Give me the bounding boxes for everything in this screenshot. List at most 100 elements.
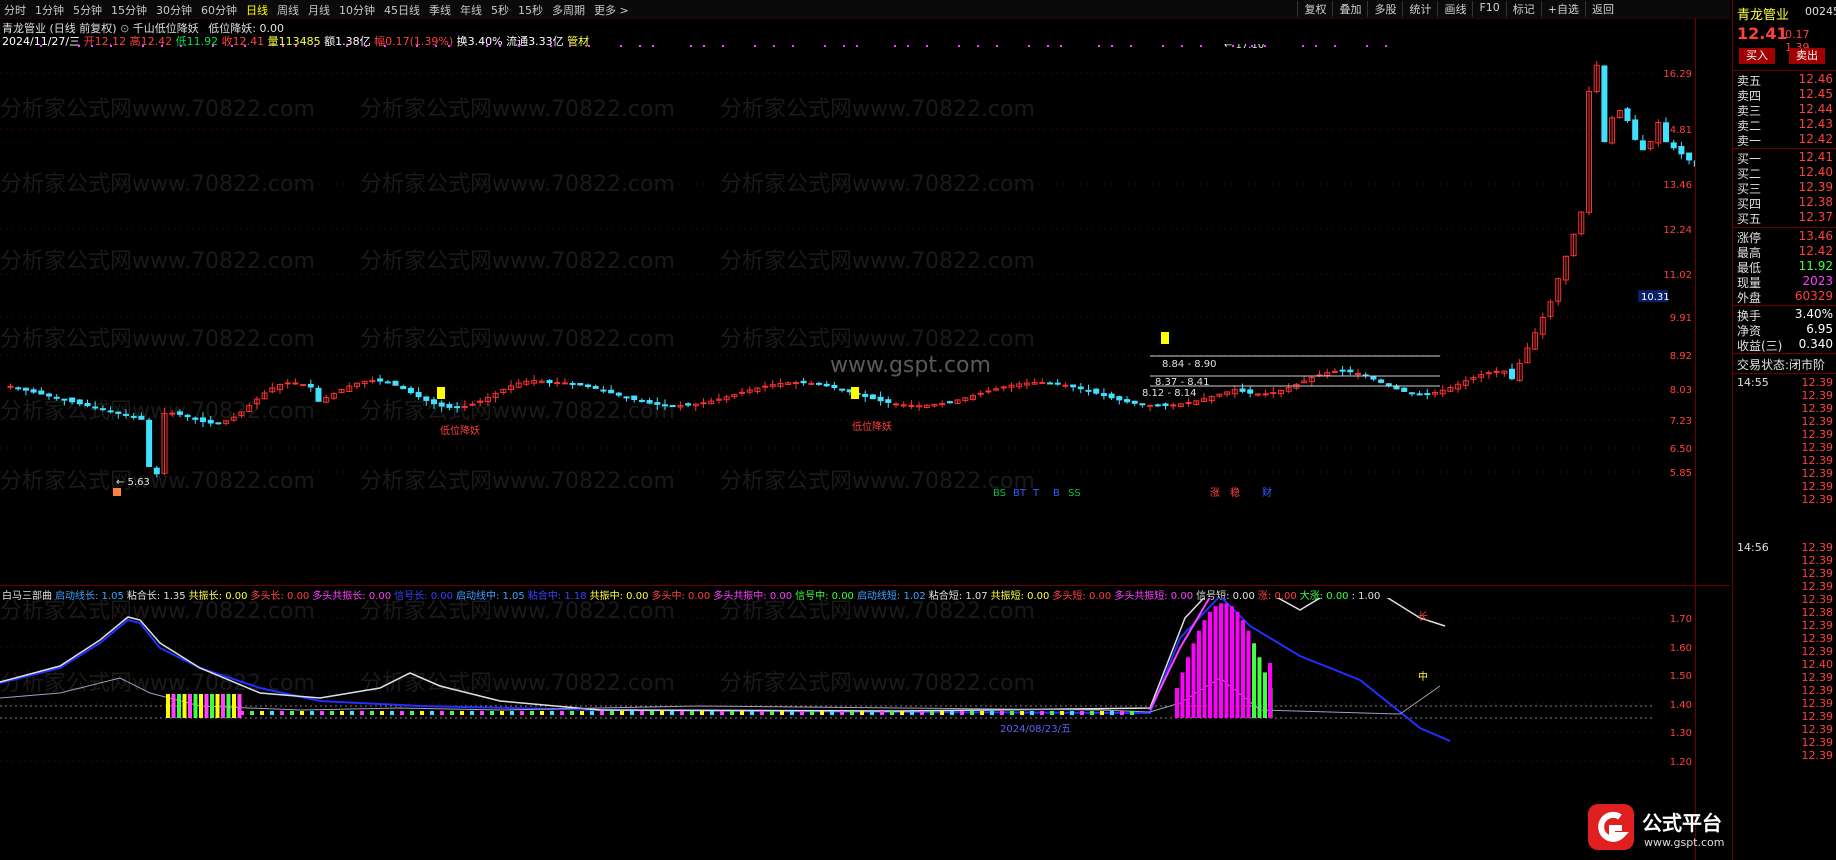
candle-body: [869, 394, 876, 400]
tick-row: 12.39: [1737, 723, 1835, 736]
quote-stat: 涨停 13.46: [1737, 229, 1835, 245]
tool-button-8[interactable]: 返回: [1585, 1, 1620, 17]
signal-dot: [244, 45, 246, 47]
period-tab-0[interactable]: 分时: [4, 2, 26, 18]
period-tab-1[interactable]: 1分钟: [35, 2, 64, 18]
period-toolbar: 分时 1分钟 5分钟 15分钟 30分钟 60分钟 日线 周线 月线 10分钟 45日线 季线 年线 5秒…: [0, 0, 1730, 19]
tick-row: 12.39: [1737, 671, 1835, 684]
tool-button-7[interactable]: +自选: [1540, 1, 1585, 17]
period-tab-4[interactable]: 30分钟: [156, 2, 192, 18]
period-tab-8[interactable]: 月线: [308, 2, 330, 18]
tick-row: 12.39: [1737, 389, 1835, 402]
signal-dot: [720, 711, 724, 715]
tick-price: 12.40: [1801, 658, 1834, 671]
signal-dot: [770, 711, 774, 715]
price-axis-label: 6.50: [1670, 444, 1692, 455]
quote-stat-value: 13.46: [1798, 229, 1833, 243]
indicator-chart[interactable]: 1.70 1.60 1.50 1.40 1.30 1.20 分析家公式网www.70822.…: [0, 598, 1695, 860]
candle-body: [176, 411, 183, 415]
period-tab-12[interactable]: 年线: [460, 2, 482, 18]
period-tab-2[interactable]: 5分钟: [73, 2, 102, 18]
signal-dot: [958, 45, 960, 47]
candle-body: [585, 384, 591, 388]
kline-chart[interactable]: 16.2914.8113.4612.2411.029.918.928.037.2…: [0, 44, 1695, 584]
gspt-logo: 公式平台 www.gspt.com: [1588, 804, 1724, 850]
signal-dot: [180, 45, 182, 47]
candle-body: [1100, 393, 1107, 396]
ask-level: 卖二 12.43: [1737, 117, 1835, 133]
tick-price: 12.39: [1801, 454, 1834, 467]
tick-price: 12.39: [1801, 376, 1834, 389]
signal-dot: [940, 711, 944, 715]
histogram-bar: [1230, 606, 1234, 718]
candle-body: [200, 417, 206, 423]
period-tab-5[interactable]: 60分钟: [201, 2, 237, 18]
candle-body: [369, 380, 376, 383]
bs-signal-label: BS: [993, 488, 1006, 499]
candle-body: [38, 390, 45, 395]
candle-body: [800, 380, 807, 384]
signal-square: [437, 387, 445, 399]
watermark-text: 分析家公式网www.70822.com: [720, 249, 1035, 274]
tick-row: 12.39: [1737, 493, 1835, 506]
order-book: 卖五 12.46 卖四 12.45 卖三 12.44 卖二 12.43 卖一 12.42 买一 12.…: [1733, 0, 1836, 860]
period-tab-13[interactable]: 5秒: [491, 2, 509, 18]
period-tab-7[interactable]: 周线: [277, 2, 299, 18]
panel-divider: [1733, 305, 1836, 306]
period-tab-9[interactable]: 10分钟: [339, 2, 375, 18]
signal-dot: [440, 711, 444, 715]
period-tab-6[interactable]: 日线: [246, 2, 268, 18]
bs-signal-label: T: [1032, 488, 1040, 499]
histogram-bar: [1252, 643, 1256, 718]
bs-signal-label: 财: [1262, 486, 1272, 499]
signal-dot: [569, 45, 571, 47]
signal-dot: [1010, 711, 1014, 715]
signal-dot: [430, 711, 434, 715]
signal-dot: [610, 711, 614, 715]
candle-body: [469, 403, 476, 406]
tool-button-3[interactable]: 统计: [1402, 1, 1437, 17]
histogram-bar: [1202, 620, 1207, 718]
tick-row: 12.39: [1737, 749, 1835, 762]
tool-button-2[interactable]: 多股: [1367, 1, 1402, 17]
candle-body: [600, 389, 607, 392]
candle-body: [1039, 382, 1046, 385]
tick-row: 12.39: [1737, 567, 1835, 580]
period-tab-14[interactable]: 15秒: [518, 2, 543, 18]
tool-button-1[interactable]: 叠加: [1332, 1, 1367, 17]
period-tab-16[interactable]: 更多 >: [594, 2, 629, 18]
histogram-bar: [1263, 672, 1267, 718]
tool-button-6[interactable]: 标记: [1505, 1, 1541, 17]
period-tab-3[interactable]: 15分钟: [111, 2, 147, 18]
candle-body: [1370, 375, 1377, 380]
candle-body: [184, 414, 191, 418]
signal-dot: [78, 45, 80, 47]
candle-body: [1116, 396, 1123, 401]
period-tab-15[interactable]: 多周期: [552, 2, 585, 18]
tool-button-0[interactable]: 复权: [1297, 1, 1332, 17]
signal-dot: [282, 45, 284, 47]
signal-dot: [670, 711, 674, 715]
signal-dot: [499, 45, 501, 47]
tick-price: 12.39: [1801, 389, 1834, 402]
tool-button-5[interactable]: F10: [1472, 1, 1505, 17]
histogram-bar: [1219, 603, 1223, 718]
tick-price: 12.39: [1801, 671, 1834, 684]
candle-body: [1355, 372, 1361, 375]
panel-divider: [1733, 148, 1836, 149]
signal-dot: [1162, 45, 1164, 47]
candle-body: [446, 404, 453, 408]
tool-button-4[interactable]: 画线: [1437, 1, 1472, 17]
panel-divider: [1733, 227, 1836, 228]
signal-dot: [960, 711, 964, 715]
quote-stat-value: 60329: [1794, 289, 1833, 303]
histogram-bar: [1180, 672, 1185, 718]
signal-dot: [231, 45, 233, 47]
period-tab-11[interactable]: 季线: [429, 2, 451, 18]
bs-signal-label: 涨: [1210, 487, 1220, 499]
bs-signal-label: 稳: [1230, 486, 1240, 499]
period-tab-10[interactable]: 45日线: [384, 2, 420, 18]
histogram-bar: [166, 694, 170, 718]
signal-dot: [212, 45, 214, 47]
signal-dot: [346, 45, 348, 47]
